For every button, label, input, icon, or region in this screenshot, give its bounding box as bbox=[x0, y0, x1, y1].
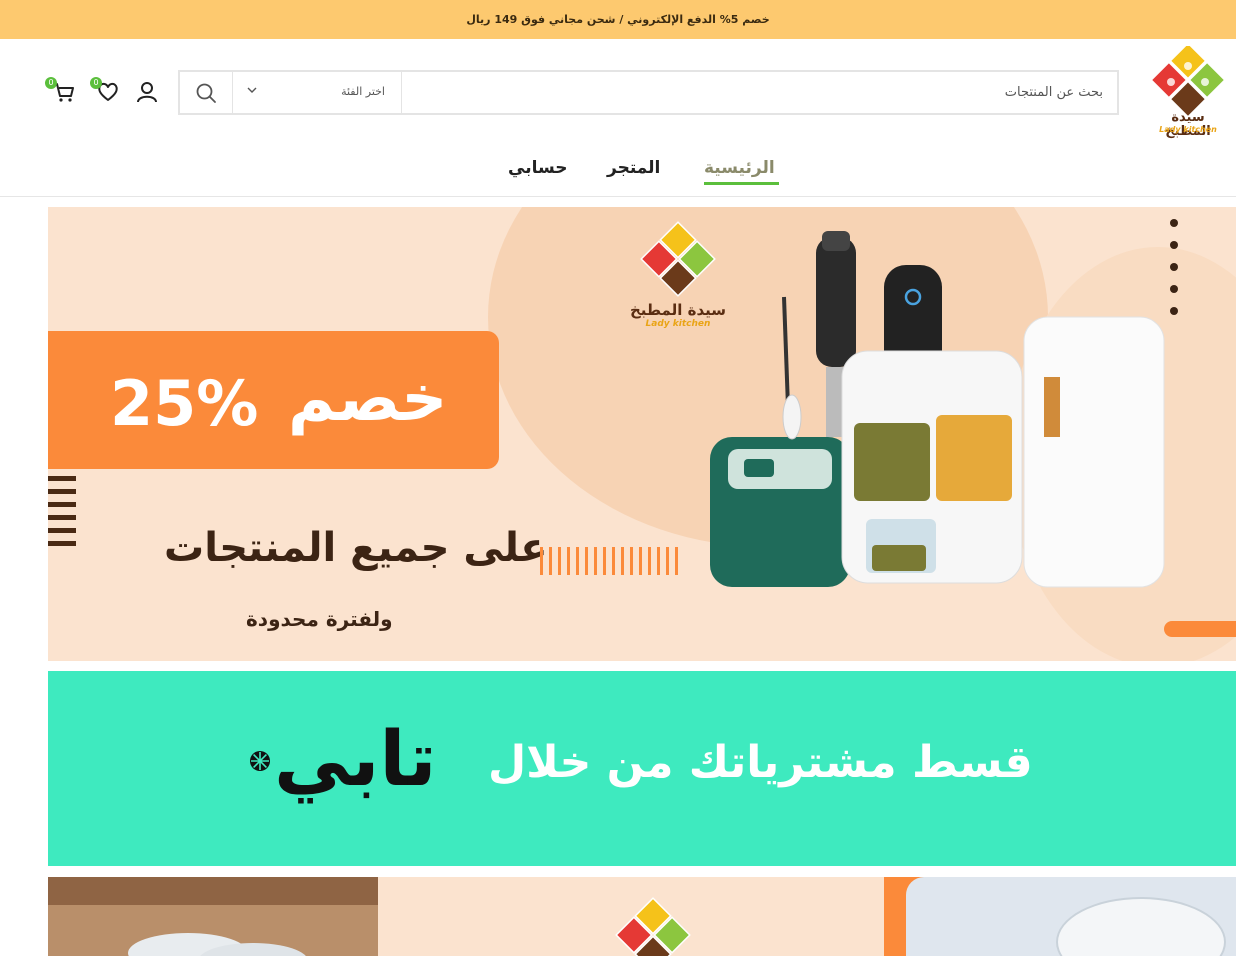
cart-count-badge: 0 bbox=[45, 77, 57, 89]
chevron-down-icon bbox=[247, 87, 257, 93]
account-button[interactable] bbox=[133, 78, 161, 106]
decor-stripes bbox=[540, 547, 678, 575]
brand-logo-icon bbox=[615, 897, 691, 956]
tabby-banner[interactable]: قسط مشترياتك من خلال تابي bbox=[48, 671, 1236, 866]
announcement-text: خصم 5% الدفع الإلكتروني / شحن مجاني فوق … bbox=[466, 13, 770, 26]
tabby-logo: تابي bbox=[274, 714, 437, 803]
hero-subline: ولفترة محدودة bbox=[246, 607, 393, 631]
discount-word: خصم bbox=[288, 362, 448, 436]
secondary-banner[interactable] bbox=[48, 877, 1236, 956]
products-image bbox=[710, 231, 1165, 588]
logo-subtitle: Lady kitchen bbox=[1159, 125, 1217, 134]
kitchen-photo bbox=[48, 877, 378, 956]
site-header: سيدة المطبخ Lady kitchen اختر الفئة 0 bbox=[0, 39, 1236, 146]
wishlist-count-badge: 0 bbox=[90, 77, 102, 89]
category-select[interactable]: اختر الفئة bbox=[232, 72, 402, 113]
wishlist-button[interactable]: 0 bbox=[90, 77, 122, 106]
search-icon bbox=[196, 83, 216, 103]
tabby-mark-icon bbox=[250, 751, 270, 771]
nav-active-underline bbox=[704, 182, 779, 185]
search-input[interactable] bbox=[402, 72, 1117, 113]
main-nav: الرئيسية المتجر حسابي bbox=[0, 146, 1236, 197]
nav-item-home[interactable]: الرئيسية bbox=[704, 158, 775, 178]
tabby-text: قسط مشترياتك من خلال bbox=[488, 737, 1033, 788]
hero-headline: على جميع المنتجات bbox=[164, 525, 548, 571]
nav-item-account[interactable]: حسابي bbox=[508, 158, 568, 178]
cart-button[interactable]: 0 bbox=[45, 77, 78, 106]
decor-bar bbox=[1164, 621, 1236, 637]
search-button[interactable] bbox=[180, 72, 232, 113]
category-select-label: اختر الفئة bbox=[341, 85, 385, 98]
hero-banner[interactable]: 25% خصم على جميع المنتجات ولفترة محدودة … bbox=[48, 207, 1236, 661]
user-icon bbox=[137, 82, 157, 103]
discount-value: 25% bbox=[110, 367, 259, 440]
nav-item-shop[interactable]: المتجر bbox=[607, 158, 660, 178]
search-bar: اختر الفئة bbox=[178, 70, 1119, 115]
slider-dots bbox=[1170, 219, 1180, 329]
announcement-bar: خصم 5% الدفع الإلكتروني / شحن مجاني فوق … bbox=[0, 0, 1236, 39]
product-photo bbox=[906, 877, 1236, 956]
